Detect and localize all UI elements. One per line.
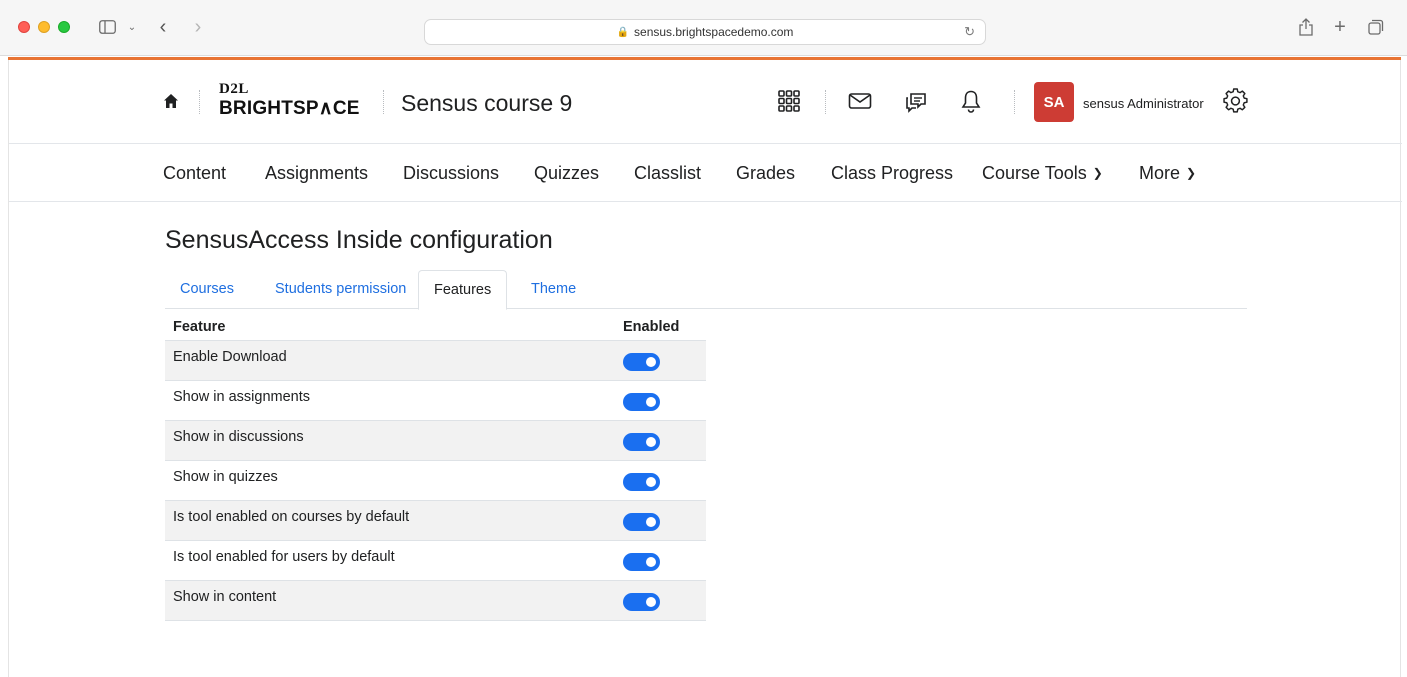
feature-name: Show in assignments	[165, 380, 615, 421]
nav-item-classlist[interactable]: Classlist	[634, 163, 701, 184]
feature-name: Enable Download	[165, 340, 615, 381]
table-row: Is tool enabled for users by default	[165, 540, 706, 581]
nav-item-quizzes[interactable]: Quizzes	[534, 163, 599, 184]
window-controls	[18, 21, 70, 33]
tab-theme[interactable]: Theme	[516, 270, 591, 309]
table-row: Show in content	[165, 580, 706, 621]
address-bar[interactable]: 🔒 sensus.brightspacedemo.com ↻	[424, 19, 986, 45]
table-row: Show in discussions	[165, 420, 706, 461]
gear-icon[interactable]	[1222, 87, 1250, 115]
url-text: sensus.brightspacedemo.com	[634, 25, 794, 39]
table-row: Show in quizzes	[165, 460, 706, 501]
show-in-discussions-toggle[interactable]	[623, 432, 660, 451]
show-in-assignments-toggle[interactable]	[623, 392, 660, 411]
tab-overview-icon[interactable]	[1366, 16, 1386, 38]
column-header-enabled: Enabled	[615, 310, 706, 341]
show-in-quizzes-toggle[interactable]	[623, 472, 660, 491]
tab-courses[interactable]: Courses	[165, 270, 249, 309]
share-icon[interactable]	[1296, 16, 1316, 38]
nav-item-discussions[interactable]: Discussions	[403, 163, 499, 184]
table-header-row: Feature Enabled	[165, 310, 706, 341]
feature-name: Is tool enabled for users by default	[165, 540, 615, 581]
page-frame: D2L BRIGHTSP∧CE Sensus course 9 SA sensu…	[8, 60, 1402, 677]
course-navbar: Content Assignments Discussions Quizzes …	[9, 145, 1402, 202]
header-separator	[199, 90, 200, 114]
page-title: SensusAccess Inside configuration	[165, 226, 553, 254]
show-in-content-toggle[interactable]	[623, 592, 660, 611]
enabled-cell	[615, 500, 706, 541]
nav-item-content[interactable]: Content	[163, 163, 226, 184]
column-header-feature: Feature	[165, 310, 615, 341]
feature-name: Show in content	[165, 580, 615, 621]
zoom-window-button[interactable]	[58, 21, 70, 33]
table-row: Show in assignments	[165, 380, 706, 421]
header-separator	[1014, 90, 1015, 114]
lock-icon: 🔒	[616, 26, 630, 38]
nav-item-label: Course Tools	[982, 163, 1087, 183]
sidebar-icon[interactable]	[98, 16, 116, 38]
header-separator	[383, 90, 384, 114]
nav-item-course-tools[interactable]: Course Tools ❯	[982, 163, 1103, 184]
chat-icon[interactable]	[903, 88, 929, 114]
enabled-cell	[615, 580, 706, 621]
user-name[interactable]: sensus Administrator	[1083, 96, 1204, 111]
feature-name: Show in quizzes	[165, 460, 615, 501]
enabled-cell	[615, 380, 706, 421]
enabled-cell	[615, 420, 706, 461]
browser-chrome: ⌄ ‹ › 🔒 sensus.brightspacedemo.com ↻ +	[0, 0, 1407, 56]
enabled-cell	[615, 340, 706, 381]
feature-name: Is tool enabled on courses by default	[165, 500, 615, 541]
chevron-down-icon: ❯	[1186, 166, 1197, 180]
features-table: Feature Enabled Enable Download Show in …	[165, 310, 706, 621]
header-separator	[825, 90, 826, 114]
enable-download-toggle[interactable]	[623, 352, 660, 371]
bell-icon[interactable]	[958, 88, 984, 114]
brightspace-logo[interactable]: D2L BRIGHTSP∧CE	[219, 82, 360, 119]
table-row: Is tool enabled on courses by default	[165, 500, 706, 541]
nav-item-class-progress[interactable]: Class Progress	[831, 163, 953, 184]
close-window-button[interactable]	[18, 21, 30, 33]
chevron-down-icon: ❯	[1092, 166, 1103, 180]
avatar[interactable]: SA	[1034, 82, 1074, 122]
config-tabs: Courses Students permission Features The…	[165, 270, 1247, 310]
tab-students-permission[interactable]: Students permission	[260, 270, 421, 309]
new-tab-icon[interactable]: +	[1330, 16, 1350, 38]
nav-item-label: More	[1139, 163, 1181, 183]
courses-default-toggle[interactable]	[623, 512, 660, 531]
waffle-icon[interactable]	[776, 88, 802, 114]
users-default-toggle[interactable]	[623, 552, 660, 571]
nav-item-grades[interactable]: Grades	[736, 163, 795, 184]
back-icon[interactable]: ‹	[155, 16, 171, 38]
enabled-cell	[615, 460, 706, 501]
course-title[interactable]: Sensus course 9	[401, 90, 572, 117]
nav-item-more[interactable]: More ❯	[1139, 163, 1196, 184]
d2l-header: D2L BRIGHTSP∧CE Sensus course 9 SA sensu…	[9, 60, 1402, 144]
table-row: Enable Download	[165, 340, 706, 381]
reload-icon[interactable]: ↻	[964, 24, 975, 40]
home-icon[interactable]	[163, 93, 179, 109]
tab-features[interactable]: Features	[418, 270, 508, 310]
feature-name: Show in discussions	[165, 420, 615, 461]
chevron-down-icon[interactable]: ⌄	[125, 16, 139, 38]
forward-icon[interactable]: ›	[190, 16, 206, 38]
enabled-cell	[615, 540, 706, 581]
nav-item-assignments[interactable]: Assignments	[265, 163, 368, 184]
mail-icon[interactable]	[847, 88, 873, 114]
minimize-window-button[interactable]	[38, 21, 50, 33]
